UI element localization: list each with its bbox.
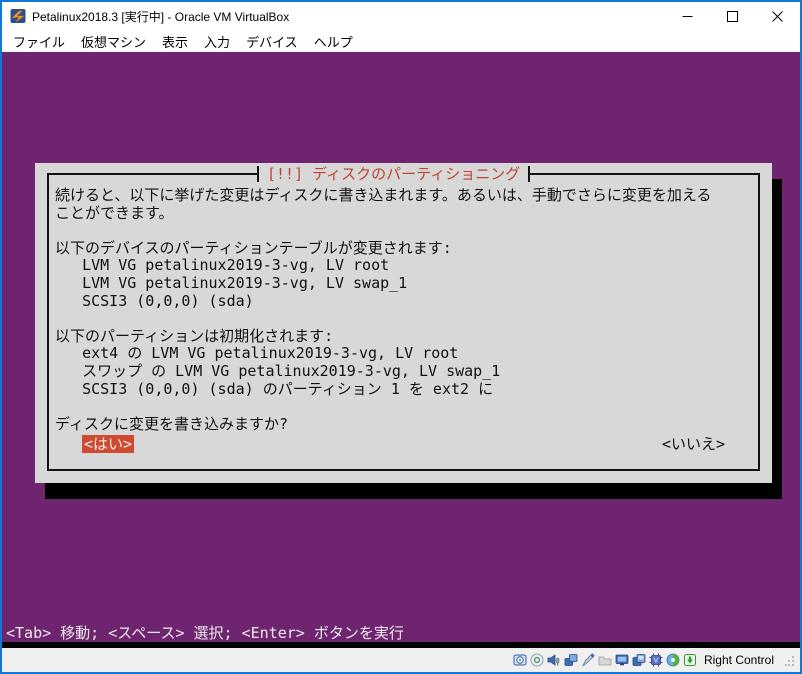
dialog-body: 続けると、以下に挙げた変更はディスクに書き込まれます。あるいは、手動でさらに変更… — [55, 187, 758, 433]
titlebar[interactable]: Petalinux2018.3 [実行中] - Oracle VM Virtua… — [2, 2, 800, 30]
close-button[interactable] — [755, 2, 800, 30]
dialog-text-line: LVM VG petalinux2019-3-vg, LV root — [55, 257, 758, 275]
dialog-buttons: <はい> <いいえ> — [47, 435, 760, 453]
console-bottom-strip — [2, 642, 800, 648]
statusbar: V Right Control — [2, 648, 800, 672]
svg-text:V: V — [654, 658, 659, 665]
mouse-integration-icon[interactable] — [666, 653, 680, 667]
no-button[interactable]: <いいえ> — [662, 435, 725, 453]
virtualbox-vm-icon — [10, 8, 26, 24]
minimize-button[interactable] — [665, 2, 710, 30]
keyboard-icon[interactable] — [683, 653, 697, 667]
dialog-text-line: 以下のパーティションは初期化されます: — [55, 328, 758, 346]
yes-button[interactable]: <はい> — [82, 435, 134, 453]
dialog-text-line: ことができます。 — [55, 205, 758, 223]
dialog-text-line — [55, 398, 758, 416]
video-capture-icon[interactable] — [632, 653, 646, 667]
close-icon — [772, 11, 783, 22]
dialog-text-line: 続けると、以下に挙げた変更はディスクに書き込まれます。あるいは、手動でさらに変更… — [55, 187, 758, 205]
display-icon[interactable] — [615, 653, 629, 667]
dialog-text-line — [55, 310, 758, 328]
dialog-text-line: ディスクに変更を書き込みますか? — [55, 416, 758, 434]
dialog-text-line: スワップ の LVM VG petalinux2019-3-vg, LV swa… — [55, 363, 758, 381]
maximize-button[interactable] — [710, 2, 755, 30]
usb-icon[interactable] — [581, 653, 595, 667]
menu-view[interactable]: 表示 — [154, 32, 196, 51]
dialog-text-line: LVM VG petalinux2019-3-vg, LV swap_1 — [55, 275, 758, 293]
maximize-icon — [727, 11, 738, 22]
audio-icon[interactable] — [547, 653, 561, 667]
dialog-text-line: 以下のデバイスのパーティションテーブルが変更されます: — [55, 240, 758, 258]
dialog-text-line — [55, 222, 758, 240]
dialog-title: [!!] ディスクのパーティショニング — [257, 166, 530, 182]
vm-display[interactable]: [!!] ディスクのパーティショニング 続けると、以下に挙げた変更はディスクに書… — [2, 52, 800, 648]
dialog-text-line: SCSI3 (0,0,0) (sda) のパーティション 1 を ext2 に — [55, 381, 758, 399]
resize-grip[interactable] — [785, 654, 795, 666]
menu-help[interactable]: ヘルプ — [306, 32, 361, 51]
minimize-icon — [682, 11, 693, 22]
menu-devices[interactable]: デバイス — [238, 32, 306, 51]
menubar: ファイル 仮想マシン 表示 入力 デバイス ヘルプ — [2, 30, 800, 52]
features-chip-icon[interactable]: V — [649, 653, 663, 667]
shared-folders-icon[interactable] — [598, 653, 612, 667]
hdd-icon[interactable] — [513, 653, 527, 667]
menu-machine[interactable]: 仮想マシン — [73, 32, 154, 51]
dialog-text-line: ext4 の LVM VG petalinux2019-3-vg, LV roo… — [55, 345, 758, 363]
optical-disk-icon[interactable] — [530, 653, 544, 667]
menu-file[interactable]: ファイル — [5, 32, 73, 51]
menu-input[interactable]: 入力 — [196, 32, 238, 51]
virtualbox-window: Petalinux2018.3 [実行中] - Oracle VM Virtua… — [0, 0, 802, 674]
host-key-label: Right Control — [704, 653, 774, 667]
keyboard-help-line: <Tab> 移動; <スペース> 選択; <Enter> ボタンを実行 — [6, 626, 404, 641]
partitioning-dialog: [!!] ディスクのパーティショニング 続けると、以下に挙げた変更はディスクに書… — [35, 163, 772, 483]
network-icon[interactable] — [564, 653, 578, 667]
window-title: Petalinux2018.3 [実行中] - Oracle VM Virtua… — [32, 8, 289, 25]
dialog-text-line: SCSI3 (0,0,0) (sda) — [55, 293, 758, 311]
